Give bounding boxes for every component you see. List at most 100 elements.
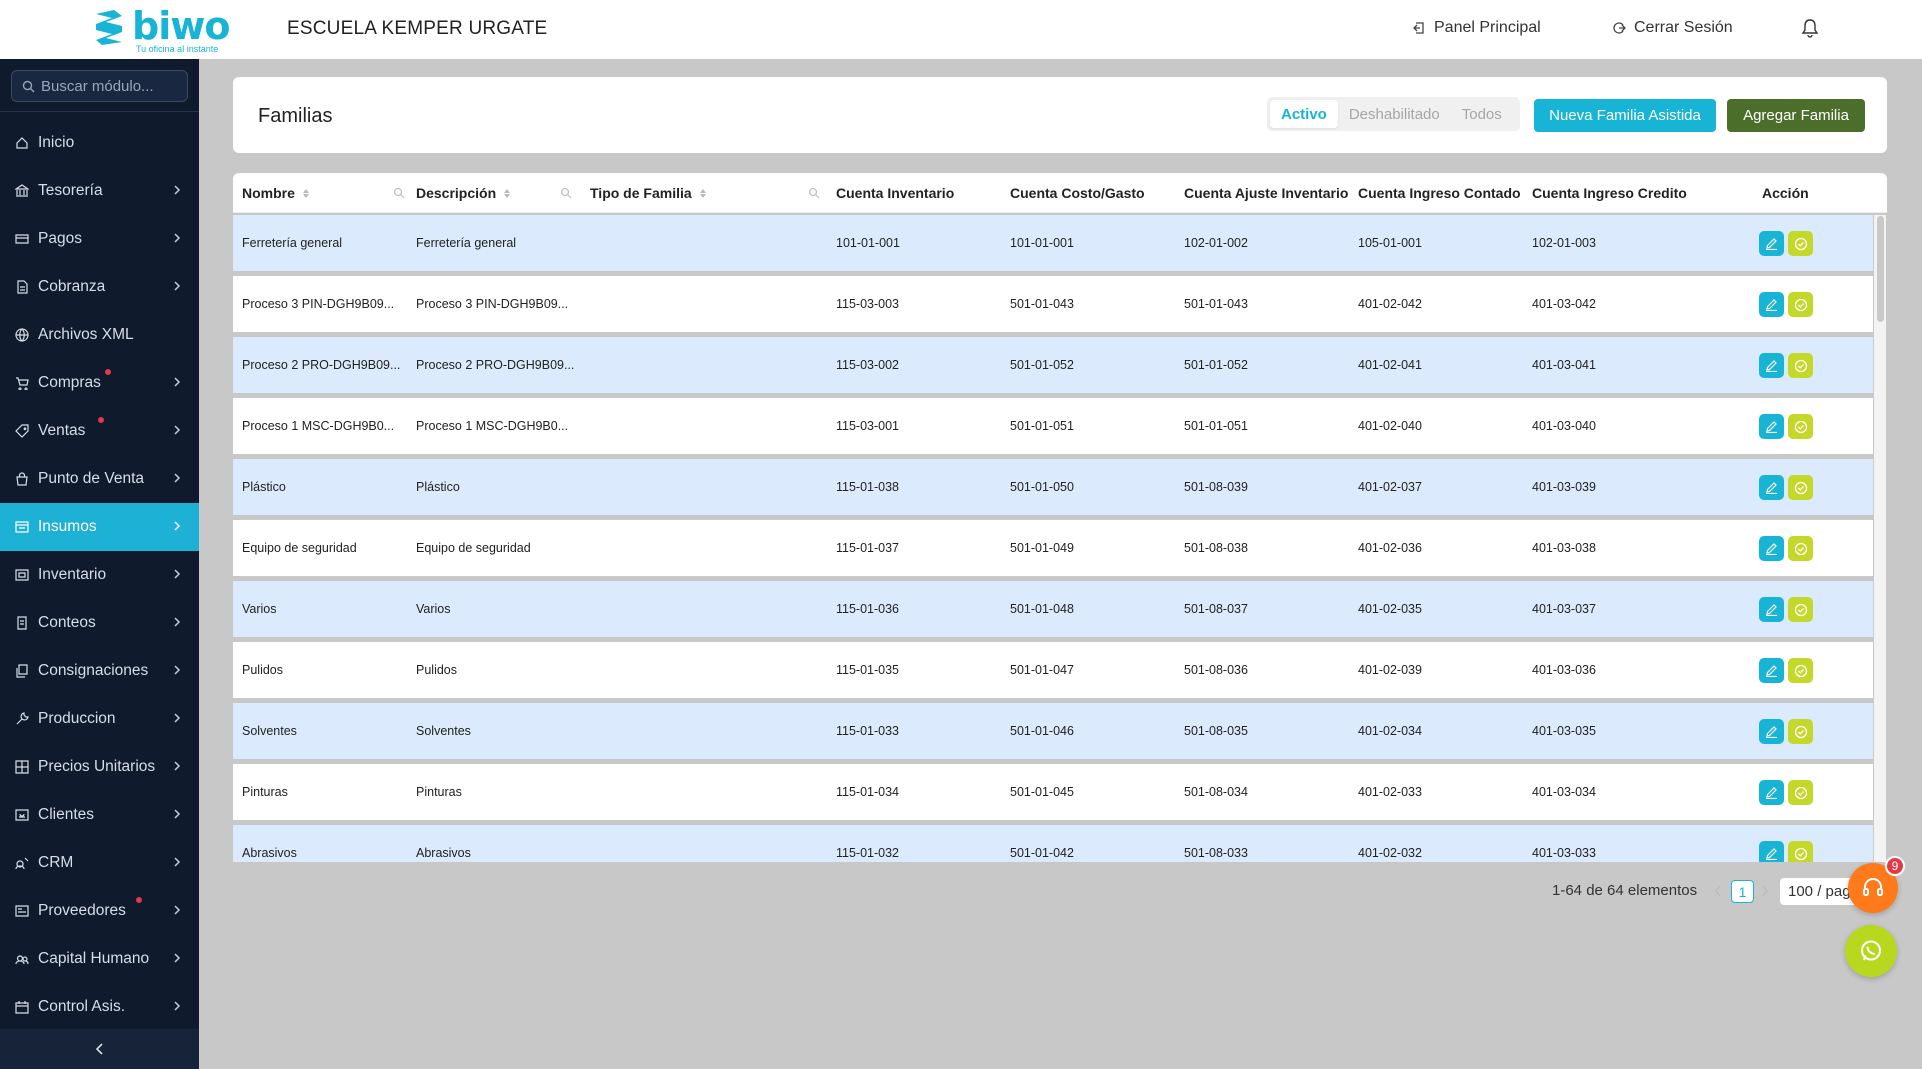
toggle-status-button[interactable] bbox=[1788, 536, 1813, 561]
toggle-status-button[interactable] bbox=[1788, 597, 1813, 622]
next-page-icon[interactable] bbox=[1760, 884, 1770, 898]
table-row[interactable]: Ferretería general Ferretería general 101-… bbox=[233, 215, 1873, 271]
edit-button[interactable] bbox=[1759, 658, 1784, 683]
table-cell bbox=[590, 703, 830, 759]
sidebar-item-label: Clientes bbox=[38, 806, 94, 823]
sidebar-item-consignaciones[interactable]: Consignaciones bbox=[0, 647, 199, 695]
col-cuenta-costo: Cuenta Costo/Gasto bbox=[1010, 185, 1145, 201]
edit-button[interactable] bbox=[1759, 780, 1784, 805]
module-search-input[interactable] bbox=[41, 77, 181, 95]
sidebar-item-capital-humano[interactable]: Capital Humano bbox=[0, 935, 199, 983]
column-search-icon[interactable] bbox=[560, 187, 572, 199]
status-filter-segmented: Activo Deshabilitado Todos bbox=[1267, 97, 1520, 131]
sidebar-item-pagos[interactable]: Pagos bbox=[0, 215, 199, 263]
toggle-status-button[interactable] bbox=[1788, 841, 1813, 862]
sort-icon[interactable] bbox=[302, 188, 309, 198]
sort-icon[interactable] bbox=[504, 188, 511, 198]
table-row[interactable]: Varios Varios 115-01-036 501-01-048 501-08-0… bbox=[233, 581, 1873, 637]
page-1-button[interactable]: 1 bbox=[1731, 880, 1754, 903]
table-row[interactable]: Pulidos Pulidos 115-01-035 501-01-047 501-08… bbox=[233, 642, 1873, 698]
table-cell: 401-03-041 bbox=[1532, 358, 1596, 372]
bag-icon bbox=[15, 472, 29, 486]
sidebar-item-conteos[interactable]: Conteos bbox=[0, 599, 199, 647]
logout-link[interactable]: Cerrar Sesión bbox=[1612, 19, 1733, 37]
top-bar: biwo Tu oficina al instante ESCUELA KEMP… bbox=[0, 0, 1922, 59]
add-family-button[interactable]: Agregar Familia bbox=[1727, 99, 1865, 132]
check-circle-icon bbox=[1794, 359, 1807, 372]
col-nombre[interactable]: Nombre bbox=[242, 173, 309, 213]
table-cell bbox=[590, 764, 830, 820]
table-cell: 401-03-040 bbox=[1532, 419, 1596, 433]
table-row[interactable]: Proceso 2 PRO-DGH9B09... Proceso 2 PRO-DG… bbox=[233, 337, 1873, 393]
filter-deshabilitado[interactable]: Deshabilitado bbox=[1338, 100, 1451, 128]
table-row[interactable]: Plástico Plástico 115-01-038 501-01-050 501-… bbox=[233, 459, 1873, 515]
sidebar-item-crm[interactable]: CRM bbox=[0, 839, 199, 887]
sidebar-item-inventario[interactable]: Inventario bbox=[0, 551, 199, 599]
panel-principal-link[interactable]: Panel Principal bbox=[1412, 19, 1541, 37]
table-cell: 401-02-039 bbox=[1358, 663, 1422, 677]
pagination-total: 1-64 de 64 elementos bbox=[1552, 882, 1698, 899]
table-cell bbox=[590, 642, 830, 698]
column-search-icon[interactable] bbox=[808, 187, 820, 199]
toggle-status-button[interactable] bbox=[1788, 475, 1813, 500]
edit-button[interactable] bbox=[1759, 536, 1784, 561]
sidebar-item-compras[interactable]: Compras bbox=[0, 359, 199, 407]
toggle-status-button[interactable] bbox=[1788, 658, 1813, 683]
table-cell: 501-01-048 bbox=[1010, 602, 1074, 616]
table-row[interactable]: Proceso 1 MSC-DGH9B0... Proceso 1 MSC-DGH… bbox=[233, 398, 1873, 454]
toggle-status-button[interactable] bbox=[1788, 414, 1813, 439]
column-search-icon[interactable] bbox=[393, 187, 405, 199]
filter-todos[interactable]: Todos bbox=[1451, 100, 1513, 128]
toggle-status-button[interactable] bbox=[1788, 231, 1813, 256]
table-row[interactable]: Abrasivos Abrasivos 115-01-032 501-01-042 50… bbox=[233, 825, 1873, 862]
col-descripcion[interactable]: Descripción bbox=[416, 173, 511, 213]
sidebar-item-clientes[interactable]: Clientes bbox=[0, 791, 199, 839]
sidebar-item-precios-unitarios[interactable]: Precios Unitarios bbox=[0, 743, 199, 791]
table-cell bbox=[590, 581, 830, 637]
table-cell: 115-01-038 bbox=[836, 480, 900, 494]
table-row[interactable]: Equipo de seguridad Equipo de seguridad 11… bbox=[233, 520, 1873, 576]
toggle-status-button[interactable] bbox=[1788, 719, 1813, 744]
sidebar-item-cobranza[interactable]: Cobranza bbox=[0, 263, 199, 311]
filter-activo[interactable]: Activo bbox=[1270, 100, 1338, 128]
edit-button[interactable] bbox=[1759, 719, 1784, 744]
sidebar-item-punto-de-venta[interactable]: Punto de Venta bbox=[0, 455, 199, 503]
table-cell: 115-01-032 bbox=[836, 846, 900, 860]
module-search-box[interactable] bbox=[11, 70, 188, 102]
sidebar-item-tesorer-a[interactable]: Tesorería bbox=[0, 167, 199, 215]
whatsapp-button[interactable] bbox=[1845, 925, 1897, 977]
notifications-bell-icon[interactable] bbox=[1801, 18, 1819, 38]
toggle-status-button[interactable] bbox=[1788, 292, 1813, 317]
brand-logo[interactable]: biwo Tu oficina al instante bbox=[92, 4, 230, 54]
sidebar-item-control-asis[interactable]: Control Asis. bbox=[0, 983, 199, 1031]
edit-button[interactable] bbox=[1759, 597, 1784, 622]
sidebar-item-archivos-xml[interactable]: Archivos XML bbox=[0, 311, 199, 359]
col-tipo-familia[interactable]: Tipo de Familia bbox=[590, 173, 706, 213]
sort-icon[interactable] bbox=[699, 188, 706, 198]
prev-page-icon[interactable] bbox=[1713, 884, 1723, 898]
table-cell: 115-01-034 bbox=[836, 785, 900, 799]
new-assisted-family-button[interactable]: Nueva Familia Asistida bbox=[1534, 99, 1716, 132]
table-scrollbar-thumb[interactable] bbox=[1877, 216, 1884, 322]
edit-button[interactable] bbox=[1759, 475, 1784, 500]
brand-tagline: Tu oficina al instante bbox=[136, 44, 219, 54]
sidebar-item-insumos[interactable]: Insumos bbox=[0, 503, 199, 551]
table-row[interactable]: Solventes Solventes 115-01-033 501-01-046 50… bbox=[233, 703, 1873, 759]
sidebar-item-produccion[interactable]: Produccion bbox=[0, 695, 199, 743]
sidebar-item-ventas[interactable]: Ventas bbox=[0, 407, 199, 455]
edit-button[interactable] bbox=[1759, 231, 1784, 256]
edit-button[interactable] bbox=[1759, 292, 1784, 317]
toggle-status-button[interactable] bbox=[1788, 353, 1813, 378]
edit-button[interactable] bbox=[1759, 841, 1784, 862]
chevron-right-icon bbox=[174, 281, 181, 291]
sidebar-item-proveedores[interactable]: Proveedores bbox=[0, 887, 199, 935]
table-cell: 115-03-003 bbox=[836, 297, 900, 311]
edit-button[interactable] bbox=[1759, 353, 1784, 378]
check-circle-icon bbox=[1794, 725, 1807, 738]
toggle-status-button[interactable] bbox=[1788, 780, 1813, 805]
sidebar-collapse-button[interactable] bbox=[0, 1029, 199, 1069]
table-row[interactable]: Pinturas Pinturas 115-01-034 501-01-045 501-… bbox=[233, 764, 1873, 820]
table-row[interactable]: Proceso 3 PIN-DGH9B09... Proceso 3 PIN-DG… bbox=[233, 276, 1873, 332]
sidebar-item-inicio[interactable]: Inicio bbox=[0, 119, 199, 167]
edit-button[interactable] bbox=[1759, 414, 1784, 439]
